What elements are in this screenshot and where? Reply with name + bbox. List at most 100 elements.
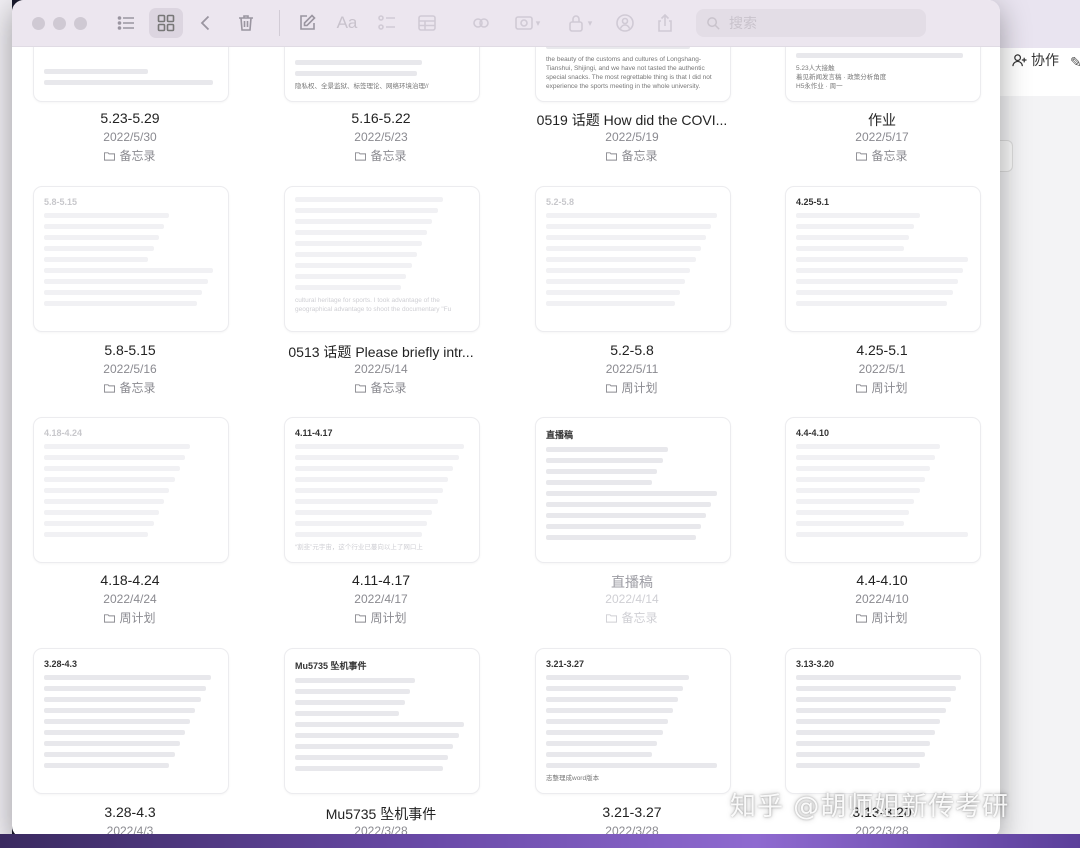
minimize-window-button[interactable]	[53, 16, 66, 30]
note-thumbnail[interactable]: 3.21-3.27 志整理成word版本	[535, 648, 731, 794]
note-preview-line	[796, 488, 920, 493]
note-preview-text: 隐私权、全景监狱、标签理论、网络环境治理//	[295, 83, 429, 90]
compose-icon	[300, 14, 316, 30]
note-thumbnail[interactable]: 3.13-3.20	[785, 648, 981, 794]
note-title: Mu5735 坠机事件	[325, 806, 437, 822]
note-folder: 周计划	[514, 379, 750, 396]
note-date: 2022/5/30	[103, 130, 157, 144]
note-preview-line	[295, 744, 454, 749]
note-folder-label: 备忘录	[119, 381, 156, 395]
note-preview-title: 5.2-5.8	[546, 197, 575, 207]
attachment-button[interactable]	[464, 8, 498, 38]
back-button[interactable]	[189, 8, 223, 38]
note-preview-line	[796, 686, 957, 691]
window-controls	[32, 16, 87, 30]
note-preview-line	[295, 733, 459, 738]
checklist-icon	[378, 15, 395, 30]
note-preview-title: 4.4-4.10	[796, 428, 830, 438]
note-preview-title: 3.21-3.27	[546, 659, 585, 669]
note-preview-line	[44, 235, 159, 240]
note-preview-line	[796, 455, 936, 460]
table-button[interactable]	[410, 8, 444, 38]
note-preview-text: the beauty of the customs and cultures o…	[546, 56, 702, 63]
person-add-icon	[1012, 53, 1027, 66]
note-preview-line	[796, 466, 930, 471]
close-window-button[interactable]	[32, 16, 45, 30]
note-preview-text: H5永作业 · 周一	[796, 83, 843, 90]
notes-window: 5.23-5.29 2022/5/30 备忘录 隐私权、全景监狱、标签理论、网络环境治…	[12, 0, 1000, 838]
note-thumbnail[interactable]: 直播稿	[535, 417, 731, 563]
note-preview-line	[796, 730, 936, 735]
note-folder: 周计划	[764, 379, 1000, 396]
note-preview-line	[295, 219, 433, 224]
note-preview-line	[796, 53, 964, 58]
note-thumbnail[interactable]: 4.25-5.1	[785, 186, 981, 332]
note-thumbnail[interactable]: 4.4-4.10	[785, 417, 981, 563]
lock-button[interactable]: ▾	[556, 8, 602, 38]
folder-icon	[355, 149, 370, 163]
note-preview-line	[295, 689, 410, 694]
chevron-down-icon: ▾	[587, 17, 593, 28]
note-preview-line	[796, 763, 920, 768]
note-date: 2022/5/11	[605, 362, 659, 376]
note-thumbnail[interactable]: cultural heritage for sports. I took adv…	[284, 186, 480, 332]
collab-button[interactable]: 协作	[1012, 50, 1059, 70]
new-note-button[interactable]	[290, 8, 324, 38]
note-preview-text: Tianshui, Shijingi, and we have not tast…	[546, 65, 705, 72]
note-preview-line	[295, 263, 412, 268]
note-preview-line	[546, 675, 689, 680]
note-folder: 周计划	[12, 609, 248, 626]
gallery-view-button[interactable]	[149, 8, 183, 38]
note-folder-label: 备忘录	[621, 611, 658, 625]
note-thumbnail[interactable]: 4.11-4.17 “割韭”元宇宙，这个行业已蔓向以上了网口上	[284, 417, 480, 563]
list-view-button[interactable]	[109, 8, 143, 38]
note-preview-line	[295, 766, 443, 771]
note-preview-line	[44, 532, 149, 537]
note-preview-line	[546, 480, 653, 485]
note-folder: 备忘录	[514, 147, 750, 164]
note-folder: 备忘录	[263, 147, 499, 164]
note-preview-line	[546, 447, 668, 452]
list-icon	[117, 16, 134, 30]
note-preview-line	[796, 290, 953, 295]
chevron-left-icon	[200, 15, 210, 31]
note-preview-line	[546, 246, 701, 251]
search-field[interactable]: 搜索	[696, 9, 926, 37]
note-preview-line	[295, 678, 416, 683]
note-thumbnail[interactable]: 5.2-5.8	[535, 186, 731, 332]
note-preview-line	[546, 708, 674, 713]
note-date: 2022/5/1	[858, 362, 906, 376]
note-folder: 备忘录	[514, 609, 750, 626]
note-preview-line	[796, 697, 951, 702]
table-icon	[418, 15, 436, 31]
note-date: 2022/4/24	[103, 592, 157, 606]
note-thumbnail[interactable]: Mu5735 坠机事件	[284, 648, 480, 794]
note-folder-label: 备忘录	[370, 381, 407, 395]
note-date: 2022/5/16	[103, 362, 157, 376]
grid-icon	[157, 14, 175, 32]
note-thumbnail[interactable]: 4.18-4.24	[33, 417, 229, 563]
note-title: 作业	[868, 112, 896, 128]
note-title: 4.11-4.17	[351, 572, 411, 588]
note-preview-line	[796, 477, 925, 482]
note-thumbnail[interactable]: 5.8-5.15	[33, 186, 229, 332]
note-preview-line	[546, 697, 679, 702]
delete-button[interactable]	[229, 8, 263, 38]
format-button[interactable]: Aa	[330, 8, 364, 38]
zoom-window-button[interactable]	[74, 16, 87, 30]
share-button[interactable]	[648, 8, 682, 38]
share-people-button[interactable]	[608, 8, 642, 38]
trash-icon	[239, 15, 253, 31]
note-preview-text: cultural heritage for sports. I took adv…	[295, 297, 440, 304]
note-date: 2022/4/10	[855, 592, 909, 606]
note-preview-line	[44, 80, 213, 85]
note-preview-line	[546, 535, 696, 540]
note-preview-line	[546, 257, 696, 262]
edit-icon[interactable]: ✎	[1070, 54, 1080, 71]
note-preview-line	[44, 477, 175, 482]
note-preview-line	[44, 686, 206, 691]
checklist-button[interactable]	[370, 8, 404, 38]
note-thumbnail[interactable]: 3.28-4.3	[33, 648, 229, 794]
media-button[interactable]: ▾	[504, 8, 550, 38]
note-preview-line	[796, 213, 920, 218]
